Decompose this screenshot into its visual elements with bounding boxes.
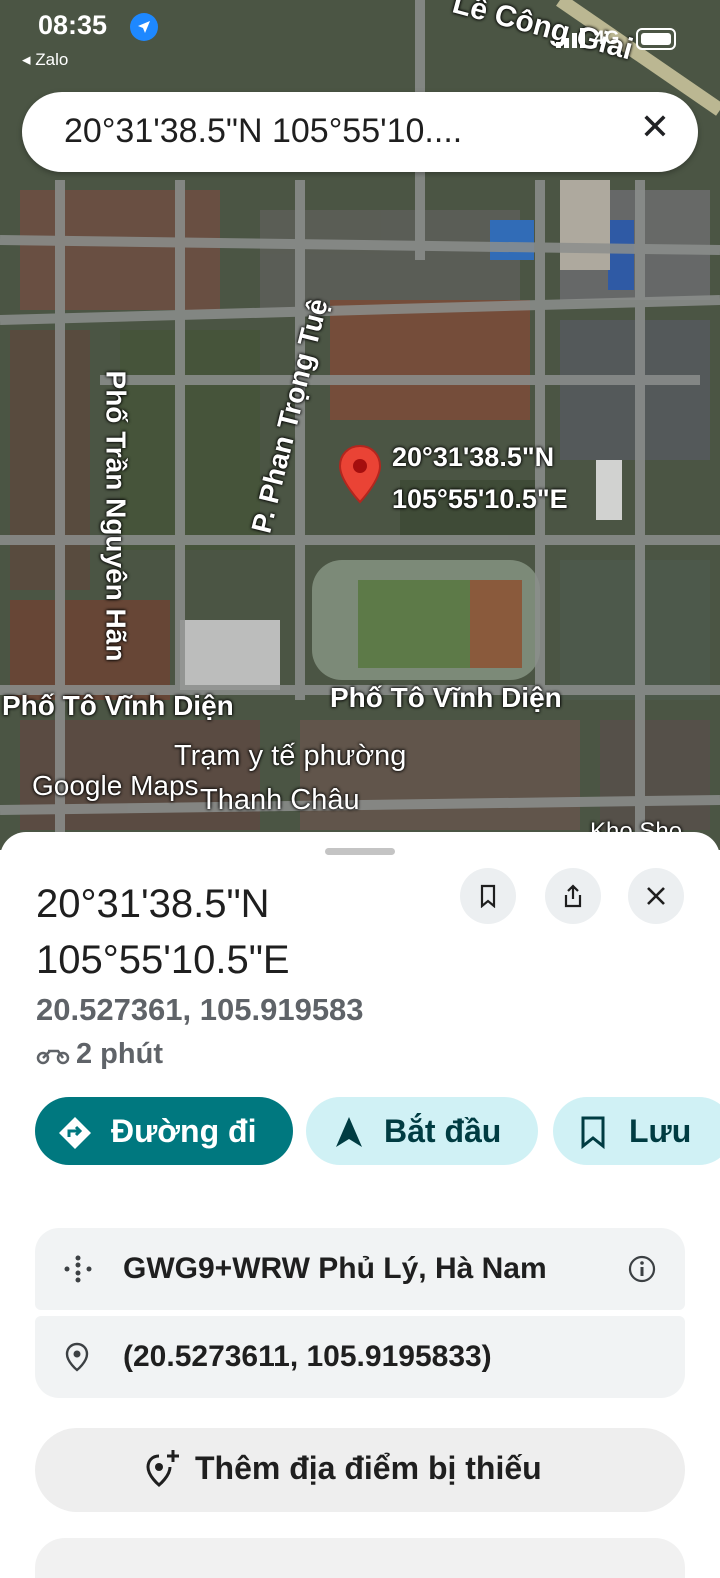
map-label-tran-nguyen-han: Phố Trần Nguyên Hãn [100,370,132,662]
map-label-clinic-2: Thanh Châu [200,784,360,816]
coordinates-text: (20.5273611, 105.9195833) [123,1340,492,1373]
search-query[interactable]: 20°31'38.5"N 105°55'10.... [64,112,462,151]
bookmark-icon [480,884,496,908]
google-maps-watermark: Google Maps [32,770,199,801]
map-label-pin-lat: 20°31'38.5"N [392,442,555,472]
share-icon [564,884,582,908]
directions-icon [59,1117,91,1149]
next-row-peek [35,1538,685,1578]
location-pin-icon [65,1342,89,1372]
map-label-clinic-1: Trạm y tế phường [174,740,407,772]
navigation-arrow-icon [336,1117,362,1147]
add-place-icon [146,1450,179,1487]
plus-code-icon [64,1255,92,1283]
place-title-lng: 105°55'10.5"E [36,938,290,982]
location-arrow-icon [130,13,158,41]
back-to-app[interactable]: ◂ Zalo [22,50,68,70]
directions-label: Đường đi [111,1113,257,1149]
close-sheet-button[interactable] [628,868,684,924]
map-pin-icon[interactable] [338,444,382,504]
plus-code-row[interactable]: GWG9+WRW Phủ Lý, Hà Nam [35,1228,685,1310]
add-missing-place-label: Thêm địa điểm bị thiếu [195,1450,542,1486]
map-label-to-vinh-dien-right: Phố Tô Vĩnh Diện [330,682,562,713]
start-label: Bắt đầu [384,1113,502,1149]
status-bar: 08:35 ◂ Zalo 4G [0,0,720,80]
status-time: 08:35 [38,10,108,40]
save-bookmark-button[interactable] [460,868,516,924]
map-label-pin-lng: 105°55'10.5"E [392,484,568,514]
place-sheet: 20°31'38.5"N 105°55'10.5"E 20.527361, 10… [0,832,720,1578]
close-icon [647,887,665,905]
start-button[interactable]: Bắt đầu [306,1097,538,1165]
network-type: 4G [594,28,620,49]
bookmark-icon [581,1116,605,1149]
sheet-handle[interactable] [325,848,395,855]
share-button[interactable] [545,868,601,924]
search-bar[interactable]: 20°31'38.5"N 105°55'10.... ✕ [22,92,698,172]
info-icon[interactable] [628,1255,656,1283]
signal-icon [556,28,585,48]
add-missing-place-button[interactable]: Thêm địa điểm bị thiếu [35,1428,685,1512]
battery-icon [636,28,676,50]
travel-time-value: 2 phút [76,1038,163,1070]
travel-time: 2 phút [36,1038,163,1071]
close-icon[interactable]: ✕ [640,106,670,148]
back-app-label: Zalo [35,50,69,69]
coordinates-row[interactable]: (20.5273611, 105.9195833) [35,1316,685,1398]
plus-code-text: GWG9+WRW Phủ Lý, Hà Nam [123,1252,547,1285]
motorbike-icon [36,1050,70,1065]
map-label-to-vinh-dien-left: Phố Tô Vĩnh Diện [2,690,234,721]
place-title: 20°31'38.5"N 105°55'10.5"E [36,876,290,988]
save-button[interactable]: Lưu [553,1097,720,1165]
save-label: Lưu [629,1113,692,1149]
directions-button[interactable]: Đường đi [35,1097,293,1165]
decimal-coordinates: 20.527361, 105.919583 [36,992,364,1027]
place-title-lat: 20°31'38.5"N [36,882,270,926]
